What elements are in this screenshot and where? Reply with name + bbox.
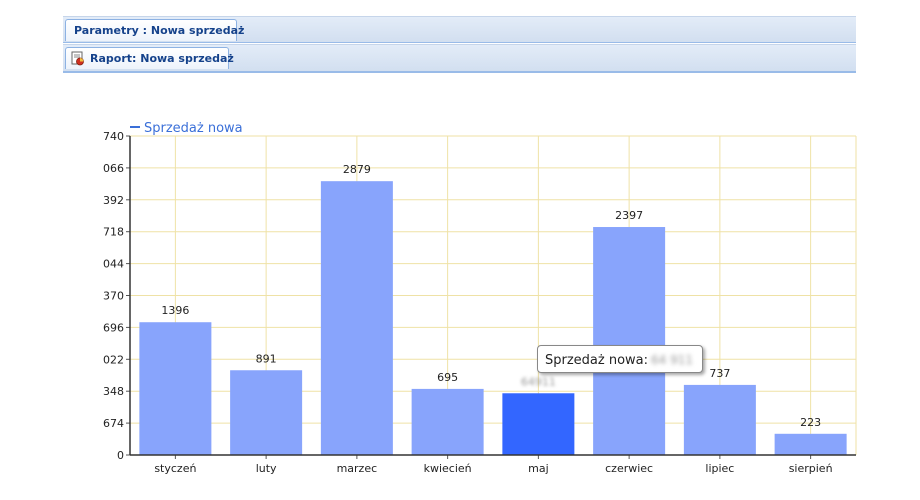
y-tick-label: 022 [103, 353, 124, 366]
tooltip-label: Sprzedaż nowa: [545, 353, 649, 368]
y-tick-label: 740 [103, 130, 124, 143]
bar-chart: 0 674 348 022 696 370 044 718 392 066 740 styczeń lu… [103, 121, 857, 475]
bar-marzec[interactable] [320, 181, 393, 455]
y-tick-label: 696 [103, 321, 124, 334]
x-tick-label: styczeń [154, 462, 196, 475]
bar-tooltip: Sprzedaż nowa: 64 911 [537, 345, 703, 373]
x-tick-label: kwiecień [424, 462, 472, 475]
bar-maj[interactable] [502, 393, 575, 455]
bar-value-label: 1396 [161, 304, 189, 317]
bar-kwiecień[interactable] [411, 388, 484, 455]
bar-czerwiec[interactable] [593, 227, 666, 455]
bar-value-label: 891 [256, 352, 277, 365]
y-tick-label: 392 [103, 194, 124, 207]
x-tick-label: lipiec [705, 462, 734, 475]
y-tick-label: 674 [103, 417, 124, 430]
bar-luty[interactable] [230, 370, 303, 455]
bar-value-label: 737 [709, 367, 730, 380]
bar-value-label: 223 [800, 416, 821, 429]
bar-value-label: 2397 [615, 209, 643, 222]
bar-styczeń[interactable] [139, 322, 212, 455]
bar-sierpień[interactable] [774, 433, 847, 455]
y-tick-label: 718 [103, 226, 124, 239]
bar-value-label: 64911 [521, 375, 556, 388]
x-tick-label: maj [528, 462, 549, 475]
y-tick-label: 348 [103, 385, 124, 398]
x-tick-label: luty [256, 462, 277, 475]
y-tick-label: 0 [117, 449, 124, 462]
x-tick-label: marzec [337, 462, 378, 475]
bar-value-label: 2879 [343, 163, 371, 176]
bar-lipiec[interactable] [683, 384, 756, 455]
legend-label[interactable]: Sprzedaż nowa [144, 121, 243, 136]
tooltip-value: 64 911 [651, 353, 694, 367]
x-tick-label: czerwiec [605, 462, 653, 475]
y-tick-label: 044 [103, 258, 124, 271]
y-tick-label: 066 [103, 162, 124, 175]
y-tick-label: 370 [103, 290, 124, 303]
x-tick-label: sierpień [789, 462, 833, 475]
bar-value-label: 695 [437, 371, 458, 384]
